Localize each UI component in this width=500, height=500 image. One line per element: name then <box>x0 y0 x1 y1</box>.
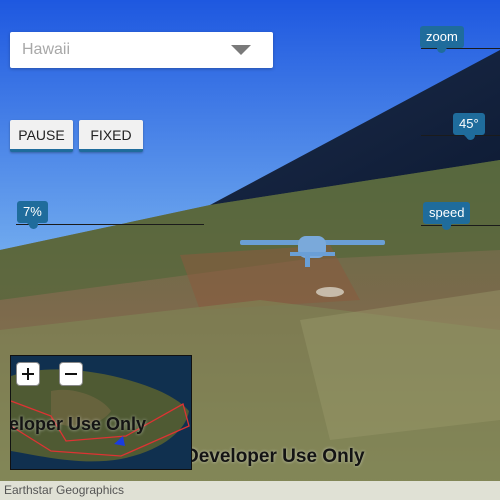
tilt-slider-track[interactable] <box>421 135 500 136</box>
location-select-value: Hawaii <box>22 41 71 58</box>
speed-slider-tooltip: speed <box>423 202 471 229</box>
fixed-button[interactable]: FIXED <box>79 120 143 152</box>
pitch-slider-tooltip: 7% <box>17 201 48 228</box>
zoom-slider-tooltip: zoom <box>420 26 464 53</box>
tilt-slider-tooltip: 45° <box>453 113 485 140</box>
developer-watermark: Developer Use Only <box>185 446 365 467</box>
attribution-bar: Earthstar Geographics <box>0 481 500 500</box>
overview-map-watermark: eloper Use Only <box>10 414 147 434</box>
zoom-slider-track[interactable] <box>421 48 500 49</box>
zoom-in-button[interactable] <box>16 362 40 386</box>
pause-button[interactable]: PAUSE <box>10 120 73 152</box>
attribution-text: Earthstar Geographics <box>4 483 125 497</box>
speed-slider-track[interactable] <box>421 225 500 226</box>
zoom-out-button[interactable] <box>59 362 83 386</box>
chevron-down-icon <box>231 45 251 55</box>
overview-map[interactable]: eloper Use Only <box>10 355 192 470</box>
plus-icon-vertical <box>27 368 29 380</box>
minus-icon <box>65 373 77 375</box>
location-select[interactable]: Hawaii <box>10 32 273 68</box>
pitch-slider-track[interactable] <box>16 224 204 225</box>
